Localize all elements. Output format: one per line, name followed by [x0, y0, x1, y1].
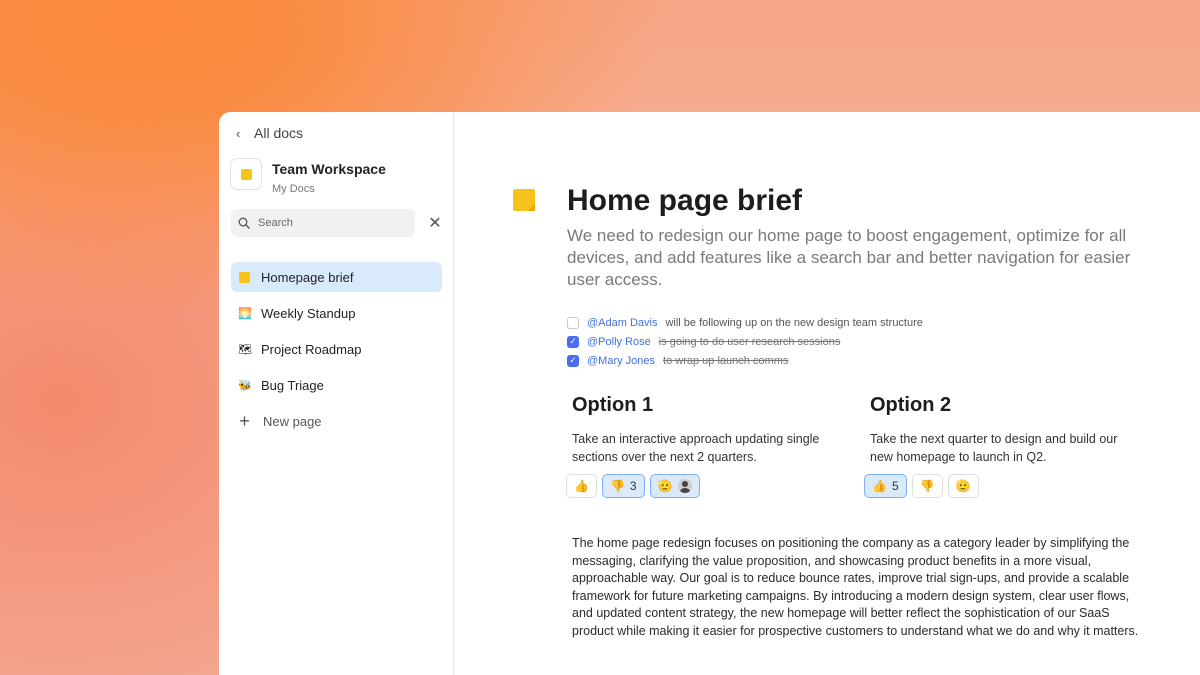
- search-input[interactable]: [256, 216, 410, 230]
- close-icon[interactable]: ✕: [427, 213, 443, 233]
- sidebar-item-project-roadmap[interactable]: 🗺 Project Roadmap: [231, 334, 442, 364]
- task-text: to wrap up launch comms: [663, 354, 789, 367]
- salute-face-icon: 🫡: [657, 479, 673, 493]
- page-title[interactable]: Home page brief: [567, 184, 802, 218]
- sidebar-item-bug-triage[interactable]: 🐝 Bug Triage: [231, 370, 442, 400]
- reaction-count: 3: [629, 479, 637, 493]
- user-mention[interactable]: @Adam Davis: [587, 317, 657, 329]
- option-2-card: Option 2 Take the next quarter to design…: [864, 394, 1140, 498]
- chevron-left-icon: ‹: [236, 125, 241, 141]
- thumbs-down-icon: 👎: [919, 479, 935, 493]
- page-description[interactable]: We need to redesign our home page to boo…: [567, 225, 1157, 291]
- search-box: [231, 209, 415, 237]
- reaction-bar: 👍 👎 3 🫡: [566, 474, 842, 498]
- thumbs-up-reaction-button[interactable]: 👍 5: [864, 474, 907, 498]
- sidebar-item-label: Homepage brief: [261, 269, 354, 285]
- task-list: @Adam Davis will be following up on the …: [567, 313, 923, 370]
- task-text: is going to do user research sessions: [658, 335, 841, 348]
- sidebar-item-label: Project Roadmap: [261, 341, 362, 357]
- user-mention[interactable]: @Mary Jones: [587, 355, 655, 367]
- user-mention[interactable]: @Polly Rose: [587, 336, 651, 348]
- thumbs-up-icon: 👍: [574, 479, 589, 493]
- salute-face-icon: 🫡: [955, 479, 971, 493]
- task-checkbox[interactable]: ✓: [567, 354, 579, 367]
- back-to-all-docs-link[interactable]: ‹ All docs: [236, 125, 303, 141]
- sidebar-item-label: Bug Triage: [261, 377, 324, 393]
- sunrise-emoji-icon: 🌅: [238, 307, 252, 320]
- page-list: Homepage brief 🌅 Weekly Standup 🗺 Projec…: [231, 262, 442, 442]
- workspace-icon: [230, 158, 262, 190]
- reaction-count: 5: [891, 479, 899, 493]
- option-text: Take the next quarter to design and buil…: [870, 432, 1118, 464]
- sidebar-item-homepage-brief[interactable]: Homepage brief: [231, 262, 442, 292]
- checkmark-icon: ✓: [569, 336, 577, 346]
- sticky-note-icon[interactable]: [513, 189, 535, 211]
- task-text: will be following up on the new design t…: [665, 316, 923, 329]
- back-link-label: All docs: [254, 125, 304, 141]
- reaction-bar: 👍 5 👎 🫡: [864, 474, 1140, 498]
- new-page-label: New page: [263, 413, 322, 429]
- task-item: ✓ @Polly Rose is going to do user resear…: [567, 332, 923, 351]
- thumbs-down-reaction-button[interactable]: 👎: [911, 474, 943, 498]
- bug-emoji-icon: 🐝: [238, 379, 252, 392]
- sidebar-item-weekly-standup[interactable]: 🌅 Weekly Standup: [231, 298, 442, 328]
- plus-icon: +: [239, 410, 250, 431]
- checkmark-icon: ✓: [569, 355, 577, 365]
- document-area: Home page brief We need to redesign our …: [454, 112, 1200, 675]
- salute-reaction-button[interactable]: 🫡: [947, 474, 979, 498]
- option-text: Take an interactive approach updating si…: [572, 432, 820, 464]
- map-emoji-icon: 🗺: [238, 343, 252, 356]
- search-icon: [238, 217, 250, 229]
- task-item: @Adam Davis will be following up on the …: [567, 313, 923, 332]
- sidebar-item-label: Weekly Standup: [261, 305, 356, 321]
- workspace-subtitle: My Docs: [272, 183, 315, 195]
- thumbs-up-reaction-button[interactable]: 👍: [566, 474, 597, 498]
- new-page-button[interactable]: + New page: [231, 406, 442, 436]
- option-1-card: Option 1 Take an interactive approach up…: [566, 394, 842, 498]
- task-checkbox[interactable]: [567, 316, 579, 329]
- sticky-note-icon: [238, 271, 251, 283]
- sidebar: ‹ All docs Team Workspace My Docs ✕: [219, 112, 454, 675]
- sticky-note-icon: [240, 168, 252, 180]
- option-title: Option 1: [572, 394, 654, 416]
- body-paragraph[interactable]: The home page redesign focuses on positi…: [572, 535, 1140, 641]
- thumbs-down-icon: 👎: [609, 479, 625, 493]
- search-row: ✕: [231, 209, 443, 237]
- option-title: Option 2: [870, 394, 952, 416]
- workspace-title: Team Workspace: [272, 161, 386, 177]
- task-item: ✓ @Mary Jones to wrap up launch comms: [567, 351, 923, 370]
- app-window: ‹ All docs Team Workspace My Docs ✕: [219, 112, 1200, 675]
- thumbs-up-icon: 👍: [872, 479, 887, 493]
- salute-reaction-button[interactable]: 🫡: [649, 474, 700, 498]
- avatar: [677, 479, 692, 493]
- workspace-header[interactable]: Team Workspace My Docs: [230, 158, 386, 195]
- thumbs-down-reaction-button[interactable]: 👎 3: [601, 474, 645, 498]
- task-checkbox[interactable]: ✓: [567, 335, 579, 348]
